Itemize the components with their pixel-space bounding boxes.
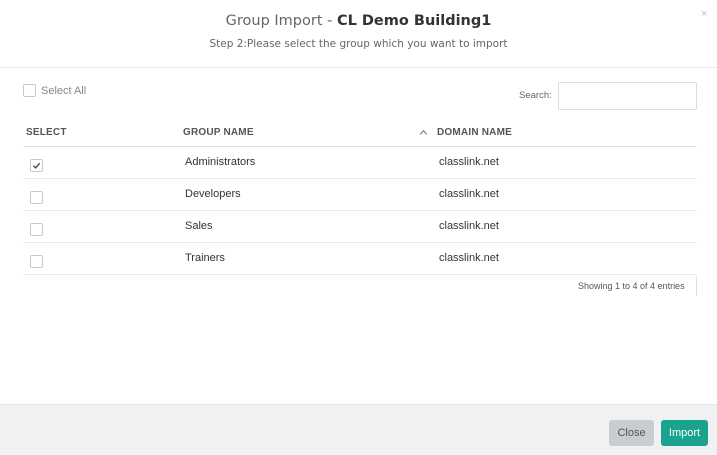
group-name-cell: Developers: [185, 188, 241, 200]
column-header-select: SELECT: [26, 127, 67, 138]
search-label: Search:: [519, 90, 552, 101]
table-row[interactable]: Trainers classlink.net: [23, 243, 697, 275]
search-input[interactable]: [558, 82, 697, 110]
dialog-subtitle: Step 2:Please select the group which you…: [209, 38, 508, 50]
row-checkbox[interactable]: [30, 255, 43, 268]
row-checkbox-checked[interactable]: [30, 159, 43, 172]
domain-name-cell: classlink.net: [439, 220, 499, 232]
group-name-cell: Trainers: [185, 252, 225, 264]
dialog-header: Group Import - CL Demo Building1 Step 2:…: [0, 0, 717, 68]
group-name-cell: Administrators: [185, 156, 256, 168]
table-info-text: Showing 1 to 4 of 4 entries: [578, 281, 685, 291]
select-all-control[interactable]: Select All: [23, 84, 86, 97]
dialog-footer: Close Import: [0, 404, 717, 455]
sort-ascending-icon[interactable]: [419, 124, 428, 142]
row-checkbox[interactable]: [30, 223, 43, 236]
table-row[interactable]: Sales classlink.net: [23, 211, 697, 243]
group-import-dialog: Group Import - CL Demo Building1 Step 2:…: [0, 0, 717, 455]
row-checkbox[interactable]: [30, 191, 43, 204]
column-header-domain-name[interactable]: DOMAIN NAME: [437, 127, 512, 138]
checkmark-icon: [32, 162, 41, 169]
pagination-divider: [696, 277, 697, 296]
table-row[interactable]: Administrators classlink.net: [23, 147, 697, 179]
dialog-title: Group Import - CL Demo Building1: [0, 13, 717, 29]
domain-name-cell: classlink.net: [439, 252, 499, 264]
select-all-label: Select All: [41, 84, 87, 97]
domain-name-cell: classlink.net: [439, 188, 499, 200]
close-icon[interactable]: ×: [701, 8, 707, 20]
dialog-title-building: CL Demo Building1: [336, 13, 492, 29]
import-button[interactable]: Import: [661, 420, 708, 446]
select-all-checkbox[interactable]: [23, 84, 36, 97]
group-name-cell: Sales: [185, 220, 213, 232]
close-button[interactable]: Close: [609, 420, 654, 446]
column-header-group-name[interactable]: GROUP NAME: [183, 127, 254, 138]
dialog-title-prefix: Group Import -: [225, 13, 337, 29]
domain-name-cell: classlink.net: [439, 156, 499, 168]
table-row[interactable]: Developers classlink.net: [23, 179, 697, 211]
